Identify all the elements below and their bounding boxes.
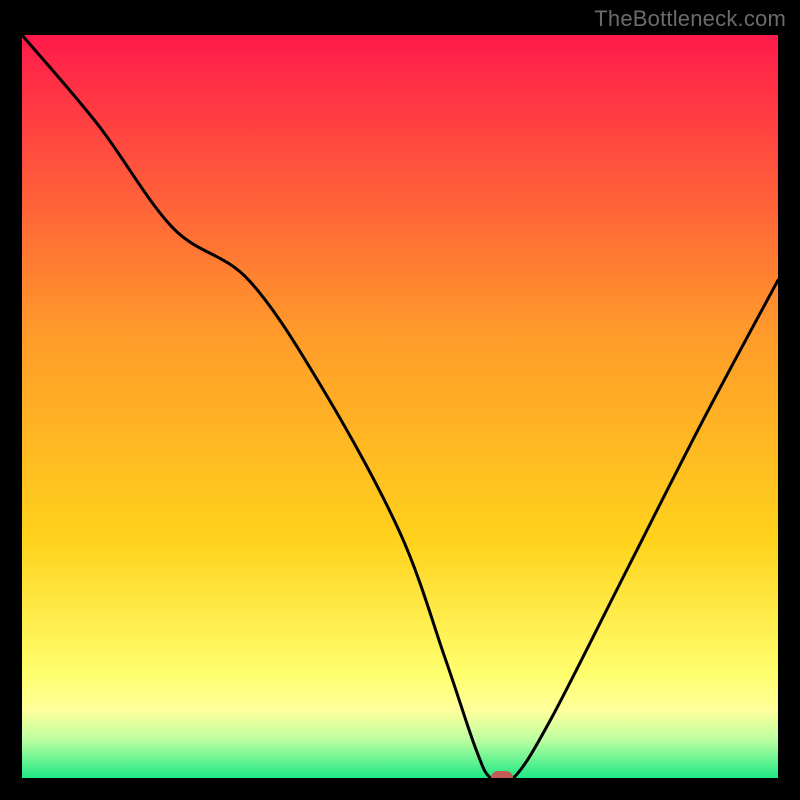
optimal-point-marker — [491, 771, 513, 778]
chart-stage: TheBottleneck.com — [0, 0, 800, 800]
bottleneck-curve — [22, 35, 778, 778]
plot-area — [22, 35, 778, 778]
watermark-text: TheBottleneck.com — [594, 6, 786, 32]
